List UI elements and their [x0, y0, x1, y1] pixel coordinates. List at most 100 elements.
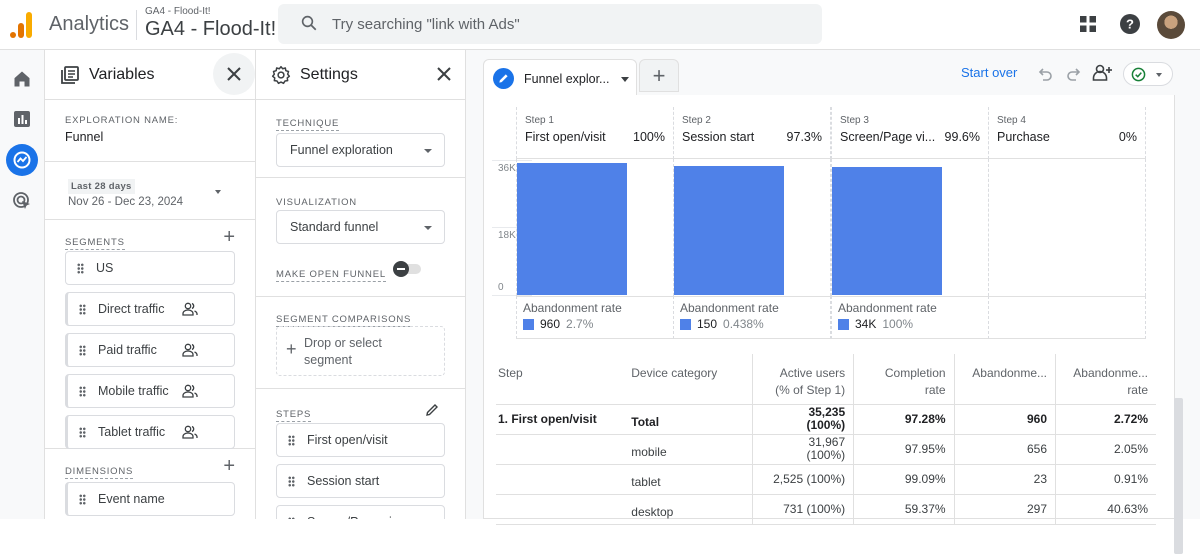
segment-chip[interactable]: Paid traffic [65, 333, 235, 367]
funnel-column [988, 159, 1146, 296]
segment-chip[interactable]: Tablet traffic [65, 415, 235, 449]
segment-chip[interactable]: Direct traffic [65, 292, 235, 326]
nav-advertising[interactable] [9, 188, 35, 214]
user-avatar[interactable] [1157, 11, 1185, 39]
funnel-card: 36K 18K 0 Step 1 First open/visit 100% Aban… [483, 95, 1183, 554]
drag-handle-icon[interactable] [288, 435, 295, 446]
drag-handle-icon[interactable] [79, 345, 86, 356]
table-header-row: Step Device category Active users (% of … [496, 354, 1156, 405]
steps-list: First open/visit Session start Screen/Page… [256, 423, 465, 519]
add-tab-button[interactable]: + [639, 59, 679, 92]
variables-icon [61, 66, 79, 84]
close-icon [437, 67, 451, 81]
column-header-active-users[interactable]: Active users (% of Step 1) [751, 354, 854, 405]
segment-chip[interactable]: Mobile traffic [65, 374, 235, 408]
y-tick-label: 36K [498, 163, 516, 174]
nav-home[interactable] [9, 66, 35, 92]
column-header-abandonments[interactable]: Abandonme... [953, 354, 1056, 405]
funnel-bar[interactable] [517, 162, 627, 295]
redo-icon[interactable] [1066, 66, 1082, 82]
dimension-label: Event name [98, 492, 165, 506]
close-variables-button[interactable] [213, 53, 255, 95]
nav-reports[interactable] [9, 106, 35, 132]
step-number: Step 4 [997, 115, 1026, 126]
cell-abandonments: 297 [953, 494, 1056, 525]
step-chip[interactable]: First open/visit [276, 423, 445, 457]
tab-dropdown-icon[interactable] [621, 77, 629, 82]
abandonment-cell[interactable]: Abandonment rate 150 0.438% [673, 296, 831, 339]
share-add-user-icon[interactable] [1092, 63, 1114, 83]
visualization-select[interactable]: Standard funnel [276, 210, 445, 244]
drag-handle-icon[interactable] [79, 494, 86, 505]
start-over-button[interactable]: Start over [961, 65, 1017, 80]
column-header-abandonment-rate[interactable]: Abandonme... rate [1055, 354, 1156, 405]
table-row[interactable]: 1. First open/visit Total 35,235 (100%) 97.… [496, 404, 1156, 435]
add-dimension-button[interactable]: + [223, 455, 235, 478]
drag-handle-icon[interactable] [79, 304, 86, 315]
account-name[interactable]: GA4 - Flood-It! [145, 6, 211, 17]
add-segment-button[interactable]: + [223, 226, 235, 249]
search-bar[interactable] [278, 4, 822, 44]
y-tick-label: 0 [498, 282, 504, 293]
cell-step [496, 434, 632, 465]
technique-select[interactable]: Funnel exploration [276, 133, 445, 167]
analytics-logo-icon[interactable] [10, 12, 34, 38]
open-funnel-label: MAKE OPEN FUNNEL [276, 269, 386, 282]
save-status-button[interactable] [1123, 62, 1173, 86]
audience-icon [182, 343, 198, 357]
funnel-step-header[interactable]: Step 1 First open/visit 100% [516, 107, 674, 159]
cell-abandonment-rate: 2.72% [1055, 404, 1156, 435]
check-circle-icon [1131, 67, 1146, 82]
date-range-picker[interactable]: Last 28 days Nov 26 - Dec 23, 2024 [45, 162, 255, 220]
funnel-bar[interactable] [674, 166, 784, 295]
funnel-bar[interactable] [832, 167, 942, 295]
table-scrollbar[interactable] [1174, 398, 1183, 554]
table-row[interactable]: mobile 31,967 (100%) 97.95% 656 2.05% [496, 434, 1156, 465]
property-selector[interactable]: GA4 - Flood-It! [145, 18, 276, 41]
step-chip[interactable]: Screen/Page view [276, 505, 445, 519]
settings-panel: Settings TECHNIQUE Funnel exploration VI… [256, 50, 466, 519]
abandonment-count: 150 [697, 317, 718, 331]
segment-chip[interactable]: US [65, 251, 235, 285]
drag-handle-icon[interactable] [77, 263, 84, 274]
cell-active-users: 731 (100%) [751, 494, 854, 525]
funnel-step-header[interactable]: Step 2 Session start 97.3% [673, 107, 831, 159]
bar-chart-icon [14, 111, 30, 127]
cell-active-users: 35,235 (100%) [751, 404, 854, 435]
step-label: Screen/Page view [307, 515, 408, 519]
help-icon[interactable]: ? [1119, 13, 1141, 35]
funnel-step-header[interactable]: Step 4 Purchase 0% [988, 107, 1146, 159]
nav-explore[interactable] [6, 144, 38, 176]
funnel-step-header[interactable]: Step 3 Screen/Page vi... 99.6% [831, 107, 989, 159]
step-chip[interactable]: Session start [276, 464, 445, 498]
drag-handle-icon[interactable] [79, 386, 86, 397]
segment-drop-zone[interactable]: + Drop or select segment [276, 326, 445, 376]
table-row[interactable]: tablet 2,525 (100%) 99.09% 23 0.91% [496, 464, 1156, 495]
column-header-completion-rate[interactable]: Completion rate [853, 354, 955, 405]
app-name: Analytics [49, 13, 130, 35]
step-number: Step 2 [682, 115, 711, 126]
dimension-chip[interactable]: Event name [65, 482, 235, 516]
divider [136, 10, 137, 40]
undo-icon[interactable] [1037, 66, 1053, 82]
open-funnel-toggle[interactable] [393, 261, 423, 277]
abandonment-cell[interactable]: Abandonment rate 34K 100% [831, 296, 989, 339]
tab-funnel-exploration[interactable]: Funnel explor... [483, 59, 637, 95]
search-input[interactable] [332, 4, 812, 44]
segment-label: US [96, 261, 114, 275]
column-header-step[interactable]: Step [496, 354, 632, 405]
gear-icon [271, 65, 291, 85]
drag-handle-icon[interactable] [288, 476, 295, 487]
exploration-name-input[interactable]: Funnel [65, 130, 235, 144]
column-header-device-category[interactable]: Device category [631, 354, 753, 405]
abandonment-cell[interactable]: Abandonment rate 960 2.7% [516, 296, 674, 339]
drag-handle-icon[interactable] [79, 427, 86, 438]
abandonment-rate: 100% [882, 317, 914, 331]
close-settings-button[interactable] [423, 53, 465, 95]
apps-grid-icon[interactable] [1079, 15, 1097, 33]
edit-pencil-icon[interactable] [493, 68, 514, 89]
edit-steps-pencil-icon[interactable] [425, 403, 439, 417]
table-row[interactable]: desktop 731 (100%) 59.37% 297 40.63% [496, 494, 1156, 525]
cell-step [496, 494, 632, 525]
steps-section: STEPS First open/visit Session start Scree… [256, 389, 465, 519]
